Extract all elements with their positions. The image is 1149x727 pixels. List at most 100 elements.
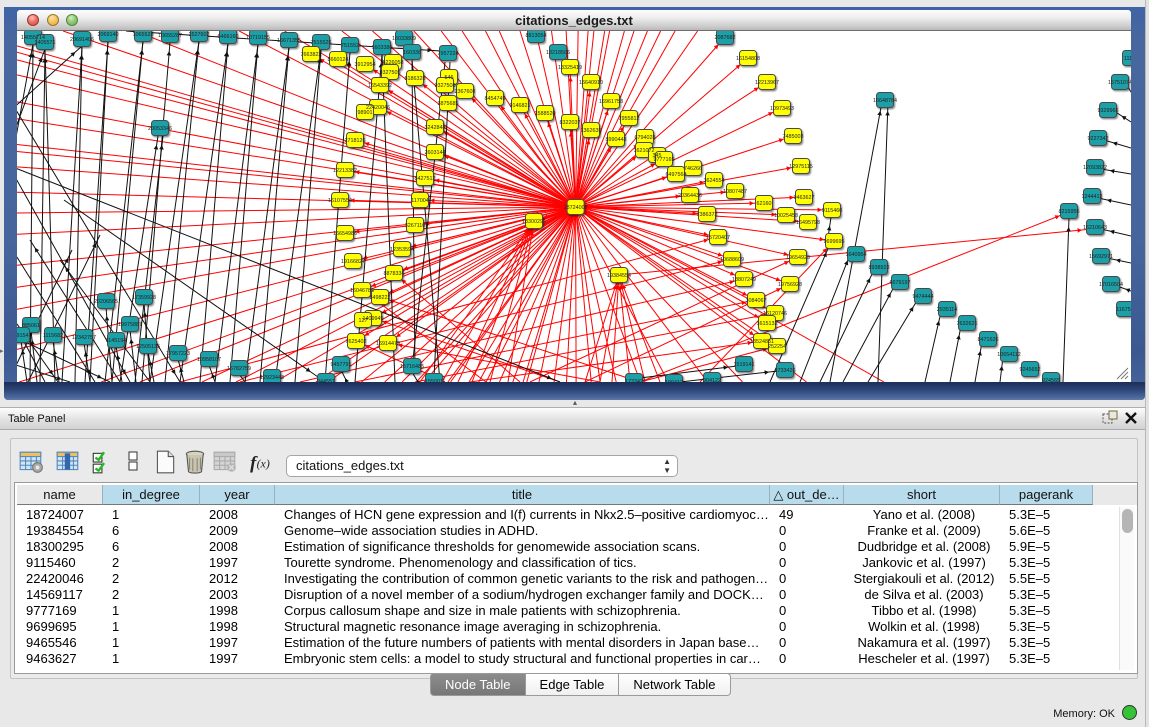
svg-text:16648784: 16648784 <box>873 98 897 104</box>
svg-text:7663822: 7663822 <box>301 52 322 58</box>
svg-text:11123: 11123 <box>1124 56 1131 62</box>
svg-text:8990448: 8990448 <box>606 137 627 143</box>
svg-text:190412: 190412 <box>665 380 683 382</box>
svg-text:924565: 924565 <box>1042 378 1060 382</box>
svg-text:173342: 173342 <box>625 379 643 382</box>
svg-text:16033809: 16033809 <box>392 36 416 42</box>
svg-text:8813054: 8813054 <box>526 33 547 39</box>
svg-text:1588520: 1588520 <box>535 111 556 117</box>
svg-text:16120746: 16120746 <box>763 311 787 317</box>
svg-text:1615132: 1615132 <box>757 321 778 327</box>
svg-text:7957224: 7957224 <box>438 51 459 57</box>
svg-text:10958107: 10958107 <box>197 357 221 363</box>
svg-text:12505135: 12505135 <box>136 344 160 350</box>
svg-text:9463627: 9463627 <box>794 195 815 201</box>
svg-text:98901: 98901 <box>358 110 373 116</box>
svg-text:1640954: 1640954 <box>846 252 867 258</box>
svg-text:3242848: 3242848 <box>425 125 446 131</box>
svg-text:9777169: 9777169 <box>654 157 675 163</box>
svg-text:3498222: 3498222 <box>370 295 391 301</box>
svg-text:20206565: 20206565 <box>94 299 118 305</box>
svg-text:18300295: 18300295 <box>522 219 546 225</box>
svg-text:19384554: 19384554 <box>607 273 631 279</box>
svg-text:8454749: 8454749 <box>485 96 506 102</box>
svg-text:1527602: 1527602 <box>189 32 210 38</box>
svg-text:160338: 160338 <box>403 50 421 56</box>
svg-text:19975887: 19975887 <box>118 322 142 328</box>
svg-text:3624554: 3624554 <box>704 178 725 184</box>
svg-text:904122: 904122 <box>703 378 721 382</box>
svg-text:16543392: 16543392 <box>368 83 392 89</box>
svg-text:8938923: 8938923 <box>869 265 890 271</box>
svg-text:155001: 155001 <box>425 379 443 382</box>
svg-text:15716485: 15716485 <box>400 364 424 370</box>
svg-text:2603144: 2603144 <box>425 150 446 156</box>
svg-text:1519141: 1519141 <box>734 362 755 368</box>
svg-text:17359928: 17359928 <box>132 295 156 301</box>
svg-text:1621072: 1621072 <box>634 148 655 154</box>
svg-text:19654923: 19654923 <box>786 255 810 261</box>
svg-text:7485003: 7485003 <box>783 134 804 140</box>
svg-text:62160: 62160 <box>757 201 772 207</box>
svg-text:18807249: 18807249 <box>732 277 756 283</box>
svg-text:6679197: 6679197 <box>890 280 911 286</box>
svg-text:15720407: 15720407 <box>706 235 730 241</box>
svg-text:1362635: 1362635 <box>581 128 602 134</box>
svg-text:2367608: 2367608 <box>455 89 476 95</box>
svg-text:20364436: 20364436 <box>678 193 702 199</box>
svg-text:16654986: 16654986 <box>333 231 357 237</box>
svg-text:15751074: 15751074 <box>1108 80 1131 86</box>
svg-text:16914479: 16914479 <box>376 341 400 347</box>
svg-text:16210643: 16210643 <box>1083 225 1107 231</box>
svg-text:16640910: 16640910 <box>579 80 603 86</box>
svg-text:8471626: 8471626 <box>978 337 999 343</box>
svg-text:12342757: 12342757 <box>72 335 96 341</box>
svg-text:2069140: 2069140 <box>98 32 119 38</box>
svg-text:10973493: 10973493 <box>770 106 794 112</box>
svg-text:(x): (x) <box>257 456 270 470</box>
svg-text:9699695: 9699695 <box>824 239 845 245</box>
svg-text:117004: 117004 <box>411 198 429 204</box>
svg-text:127: 127 <box>359 318 368 324</box>
svg-text:17957223: 17957223 <box>166 351 190 357</box>
svg-text:16671355: 16671355 <box>277 38 301 44</box>
svg-text:9457791: 9457791 <box>331 362 352 368</box>
svg-text:20691406: 20691406 <box>70 37 94 43</box>
svg-text:6497568: 6497568 <box>666 172 687 178</box>
svg-text:944551: 944551 <box>317 379 335 382</box>
svg-text:8427512: 8427512 <box>415 176 436 182</box>
svg-text:19756928: 19756928 <box>778 282 802 288</box>
svg-text:7632621: 7632621 <box>957 321 978 327</box>
svg-text:20053346: 20053346 <box>148 126 172 132</box>
svg-text:7515526: 7515526 <box>311 40 332 46</box>
svg-text:9115460: 9115460 <box>822 208 843 214</box>
svg-text:6794028: 6794028 <box>635 135 656 141</box>
svg-text:18724007: 18724007 <box>564 205 588 211</box>
svg-text:9327508: 9327508 <box>435 83 456 89</box>
svg-text:16782759: 16782759 <box>227 366 251 372</box>
svg-text:9227342: 9227342 <box>1088 136 1109 142</box>
svg-text:9329966: 9329966 <box>1098 108 1119 114</box>
svg-text:3267110: 3267110 <box>405 223 426 229</box>
svg-text:16107554: 16107554 <box>328 198 352 204</box>
svg-text:12213967: 12213967 <box>755 80 779 86</box>
svg-text:12093822: 12093822 <box>1083 165 1107 171</box>
svg-text:2718126: 2718126 <box>345 138 366 144</box>
svg-text:746266: 746266 <box>684 166 702 172</box>
svg-text:8878334: 8878334 <box>384 271 405 277</box>
svg-text:1115682: 1115682 <box>43 333 63 339</box>
svg-text:39154: 39154 <box>17 333 29 339</box>
svg-text:9146821: 9146821 <box>510 103 531 109</box>
svg-text:10688609: 10688609 <box>720 257 744 263</box>
svg-text:17016504: 17016504 <box>1099 282 1123 288</box>
svg-text:19166827: 19166827 <box>341 259 365 265</box>
svg-text:8660124: 8660124 <box>328 57 349 63</box>
svg-text:1733426: 1733426 <box>775 368 796 374</box>
svg-text:7386372: 7386372 <box>697 212 718 218</box>
svg-text:15692971: 15692971 <box>1089 254 1113 260</box>
svg-text:12923448: 12923448 <box>260 375 284 381</box>
svg-text:2935114: 2935114 <box>937 307 958 313</box>
svg-text:3912954: 3912954 <box>355 62 376 68</box>
svg-text:2087682: 2087682 <box>715 35 736 41</box>
svg-text:10655287: 10655287 <box>158 33 182 39</box>
